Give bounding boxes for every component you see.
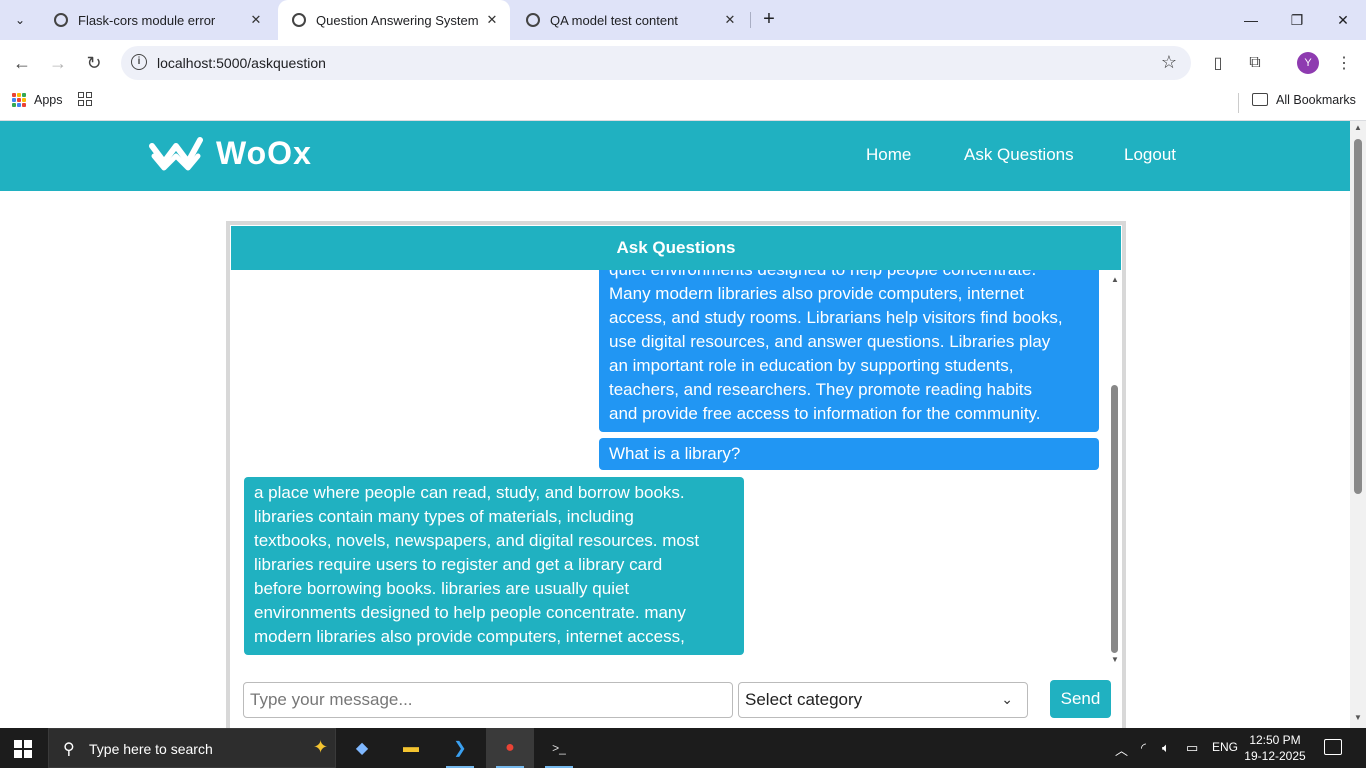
window-close-icon[interactable]: ✕: [1320, 0, 1366, 40]
restore-icon[interactable]: ❐: [1274, 0, 1320, 40]
volume-icon[interactable]: 🔈︎: [1162, 740, 1170, 756]
tab-title: QA model test content: [550, 12, 678, 28]
woox-logo-icon[interactable]: [148, 134, 204, 174]
site-header: WoOx Home Ask Questions Logout: [0, 121, 1350, 191]
terminal-icon[interactable]: >_: [535, 728, 583, 768]
windows-start-icon[interactable]: [14, 740, 32, 758]
apps-bookmark-link[interactable]: Apps: [34, 93, 63, 107]
bookmark-star-icon[interactable]: ☆: [1161, 52, 1177, 73]
message-line: libraries contain many types of material…: [254, 507, 634, 526]
user-question-bubble: What is a library?: [599, 438, 1099, 470]
wifi-icon[interactable]: ◜: [1141, 740, 1146, 756]
browser-toolbar: ← → ↻ i localhost:5000/askquestion ☆ ▯ ⧉…: [0, 40, 1366, 86]
profile-avatar[interactable]: Y: [1297, 52, 1319, 74]
site-info-icon[interactable]: i: [131, 54, 147, 70]
tab-favicon-icon: [526, 13, 540, 27]
browser-tab-bar: ⌄ Flask-cors module error ✕ Question Ans…: [0, 0, 1366, 40]
message-line: environments designed to help people con…: [254, 603, 686, 622]
category-selected-value: Select category: [745, 690, 863, 709]
tab-question-answering-system[interactable]: Question Answering System ✕: [278, 0, 510, 40]
address-url[interactable]: localhost:5000/askquestion: [157, 55, 326, 71]
all-bookmarks-link[interactable]: All Bookmarks: [1276, 93, 1356, 107]
message-line: and provide free access to information f…: [609, 404, 1041, 423]
copilot-icon[interactable]: ◆: [338, 728, 386, 768]
message-line: teachers, and researchers. They promote …: [609, 380, 1033, 399]
file-explorer-icon[interactable]: ▬: [387, 728, 435, 768]
tab-separator: [750, 12, 751, 28]
reading-list-icon[interactable]: ▯: [1207, 52, 1229, 74]
message-line: access, and study rooms. Librarians help…: [609, 308, 1063, 327]
apps-grid-icon[interactable]: [12, 93, 26, 107]
new-tab-button[interactable]: +: [758, 8, 780, 32]
bookmark-divider: [1238, 93, 1239, 113]
bot-answer-bubble: a place where people can read, study, an…: [244, 477, 744, 655]
message-line: an important role in education by suppor…: [609, 356, 1014, 375]
language-indicator[interactable]: ENG: [1212, 740, 1238, 754]
chat-scroll-up-icon[interactable]: ▲: [1111, 275, 1119, 284]
back-arrow-icon[interactable]: ←: [9, 50, 35, 76]
tab-close-icon[interactable]: ✕: [482, 12, 502, 28]
message-line: before borrowing books. libraries are us…: [254, 579, 630, 598]
clock-date: 19-12-2025: [1244, 749, 1306, 763]
taskbar-clock[interactable]: 12:50 PM 19-12-2025: [1240, 732, 1310, 764]
tab-close-icon[interactable]: ✕: [246, 12, 266, 28]
nav-ask-questions-link[interactable]: Ask Questions: [964, 145, 1074, 165]
battery-icon[interactable]: ▭: [1186, 740, 1198, 756]
tab-search-dropdown-icon[interactable]: ⌄: [7, 8, 33, 32]
forward-arrow-icon[interactable]: →: [45, 50, 71, 76]
tab-title: Question Answering System: [316, 12, 479, 28]
category-select[interactable]: Select category ⌄: [738, 682, 1028, 718]
taskbar-search-box[interactable]: ⚲ Type here to search ✦: [48, 728, 336, 768]
bookmarks-bar: Apps All Bookmarks: [0, 86, 1366, 121]
search-highlight-icon: ✦: [313, 737, 329, 757]
message-line: a place where people can read, study, an…: [254, 483, 685, 502]
tab-qa-model-test-content[interactable]: QA model test content ✕: [512, 0, 748, 40]
tab-close-icon[interactable]: ✕: [720, 12, 740, 28]
brand-name[interactable]: WoOx: [216, 135, 312, 172]
browser-menu-icon[interactable]: ⋮: [1333, 52, 1355, 74]
folder-icon[interactable]: [1252, 93, 1268, 106]
nav-logout-link[interactable]: Logout: [1124, 145, 1176, 165]
message-line: What is a library?: [609, 444, 741, 463]
page-scrollbar[interactable]: ▲ ▼: [1350, 121, 1366, 728]
tab-favicon-icon: [54, 13, 68, 27]
show-hidden-icons-icon[interactable]: ︿: [1115, 740, 1128, 759]
send-button[interactable]: Send: [1050, 680, 1111, 718]
chat-scroll-down-icon[interactable]: ▼: [1111, 655, 1119, 664]
message-line: Many modern libraries also provide compu…: [609, 284, 1024, 303]
user-message-bubble: quiet environments designed to help peop…: [599, 270, 1099, 432]
tab-groups-icon[interactable]: [78, 92, 92, 106]
message-input[interactable]: [243, 682, 733, 718]
message-line: modern libraries also provide computers,…: [254, 627, 685, 646]
windows-taskbar: ⚲ Type here to search ✦ ◆ ▬ ❯ ● >_ ︿ ◜ 🔈…: [0, 728, 1366, 768]
notifications-icon[interactable]: [1324, 739, 1342, 755]
message-line: quiet environments designed to help peop…: [609, 270, 1089, 282]
page-scroll-down-icon[interactable]: ▼: [1354, 713, 1362, 722]
search-icon: ⚲: [63, 741, 75, 758]
message-line: libraries require users to register and …: [254, 555, 663, 574]
clock-time: 12:50 PM: [1249, 733, 1301, 747]
chevron-down-icon: ⌄: [1001, 691, 1013, 707]
chrome-icon[interactable]: ●: [486, 728, 534, 768]
qa-card-title: Ask Questions: [231, 226, 1121, 270]
extensions-puzzle-icon[interactable]: ⧉: [1244, 52, 1266, 74]
chat-scrollbar[interactable]: [1111, 385, 1118, 653]
tab-title: Flask-cors module error: [78, 12, 216, 28]
minimize-icon[interactable]: —: [1228, 0, 1274, 40]
taskbar-search-placeholder: Type here to search: [89, 741, 213, 757]
message-line: textbooks, novels, newspapers, and digit…: [254, 531, 700, 550]
tab-flask-cors[interactable]: Flask-cors module error ✕: [40, 0, 274, 40]
nav-home-link[interactable]: Home: [866, 145, 911, 165]
page-scroll-up-icon[interactable]: ▲: [1354, 123, 1362, 132]
vscode-icon[interactable]: ❯: [436, 728, 484, 768]
page-scroll-thumb[interactable]: [1354, 139, 1362, 494]
address-bar[interactable]: i localhost:5000/askquestion ☆: [121, 46, 1191, 80]
tab-favicon-icon: [292, 13, 306, 27]
chat-messages[interactable]: quiet environments designed to help peop…: [231, 270, 1121, 668]
qa-chat-card: Ask Questions quiet environments designe…: [226, 221, 1126, 728]
message-line: use digital resources, and answer questi…: [609, 332, 1051, 351]
page-viewport: WoOx Home Ask Questions Logout Ask Quest…: [0, 121, 1350, 728]
reload-icon[interactable]: ↻: [81, 50, 107, 76]
